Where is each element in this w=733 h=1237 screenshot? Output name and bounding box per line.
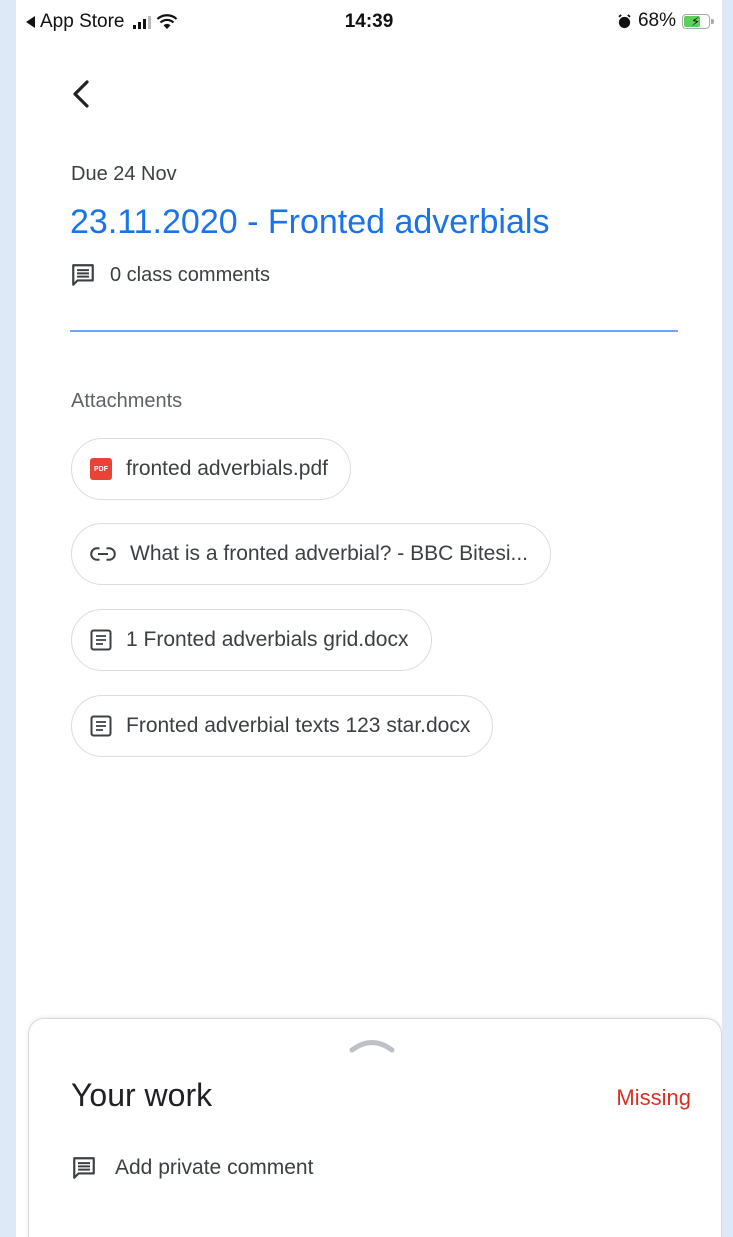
comment-icon (73, 1157, 95, 1179)
class-comments-button[interactable]: 0 class comments (70, 262, 270, 288)
title-divider (70, 330, 678, 332)
attachment-chip-doc[interactable]: Fronted adverbial texts 123 star.docx (71, 695, 494, 757)
your-work-sheet: Your work Missing Add private comment (28, 1018, 722, 1237)
chevron-up-icon (349, 1040, 395, 1053)
your-work-title: Your work (71, 1077, 213, 1113)
class-comments-label: 0 class comments (110, 263, 271, 286)
pdf-icon: PDF (90, 458, 112, 480)
attachment-chip-pdf[interactable]: PDF fronted adverbials.pdf (71, 438, 351, 500)
status-bar: App Store 14:39 68% ⚡ (16, 0, 722, 44)
alarm-icon (618, 13, 631, 28)
battery-icon: ⚡ (682, 13, 714, 29)
attachment-name: Fronted adverbial texts 123 star.docx (126, 714, 471, 737)
due-date: Due 24 Nov (71, 163, 177, 185)
screen: App Store 14:39 68% ⚡ Due 24 Nov 23.11.2… (16, 0, 722, 1237)
attachment-name: fronted adverbials.pdf (126, 457, 328, 480)
sheet-expand-handle[interactable] (349, 1037, 395, 1058)
attachment-name: 1 Fronted adverbials grid.docx (126, 628, 409, 651)
charging-bolt-icon: ⚡ (691, 13, 701, 29)
chevron-left-icon (73, 80, 89, 108)
attachment-chip-doc[interactable]: 1 Fronted adverbials grid.docx (71, 609, 432, 671)
back-button[interactable] (66, 76, 96, 112)
status-badge: Missing (616, 1085, 691, 1110)
attachment-name: What is a fronted adverbial? - BBC Bites… (130, 542, 529, 565)
add-private-comment-button[interactable]: Add private comment (71, 1155, 313, 1181)
document-icon (90, 629, 112, 651)
document-icon (90, 715, 112, 737)
battery-percent: 68% (637, 10, 676, 31)
attachments-heading: Attachments (71, 390, 183, 412)
assignment-title: 23.11.2020 - Fronted adverbials (70, 203, 550, 241)
link-icon (90, 547, 116, 561)
attachment-chip-link[interactable]: What is a fronted adverbial? - BBC Bites… (71, 523, 552, 585)
status-right: 68% ⚡ (617, 10, 714, 32)
private-comment-label: Add private comment (115, 1156, 314, 1179)
comment-icon (72, 264, 94, 286)
